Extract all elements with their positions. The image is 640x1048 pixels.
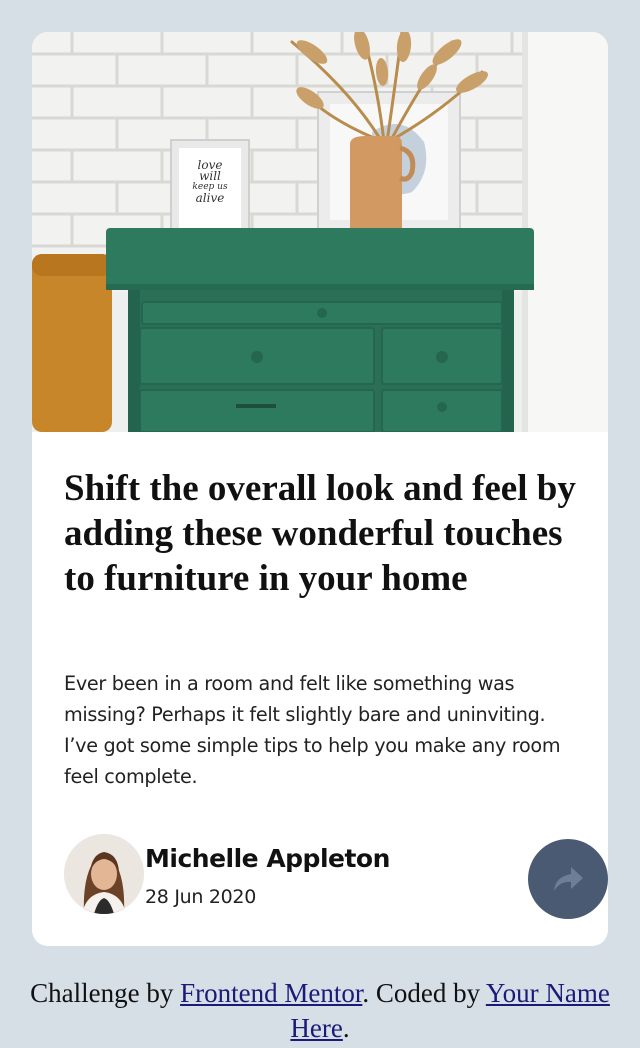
attribution-prefix: Challenge by xyxy=(30,978,181,1008)
share-button[interactable] xyxy=(528,839,608,919)
frame-lettering: love will keep us alive xyxy=(179,159,241,205)
author-avatar xyxy=(64,834,144,914)
avatar-portrait xyxy=(64,834,144,914)
article-title: Shift the overall look and feel by addin… xyxy=(64,468,576,599)
hero-image: love will keep us alive xyxy=(32,32,608,432)
share-arrow-icon xyxy=(554,867,583,891)
author-name: Michelle Appleton xyxy=(145,844,390,873)
publish-date: 28 Jun 2020 xyxy=(145,886,256,908)
attribution: Challenge by Frontend Mentor. Coded by Y… xyxy=(20,976,620,1046)
attribution-middle: . Coded by xyxy=(362,978,486,1008)
frame-text-2: will xyxy=(199,169,221,183)
article-card: love will keep us alive Shift the overal… xyxy=(32,32,608,946)
article-description: Ever been in a room and felt like someth… xyxy=(64,672,561,788)
attribution-suffix: . xyxy=(342,1013,350,1043)
author-row: Michelle Appleton 28 Jun 2020 xyxy=(64,834,608,919)
drawers-illustration xyxy=(32,32,608,432)
frame-text-4: alive xyxy=(195,191,225,205)
frontend-mentor-link[interactable]: Frontend Mentor xyxy=(180,978,362,1008)
